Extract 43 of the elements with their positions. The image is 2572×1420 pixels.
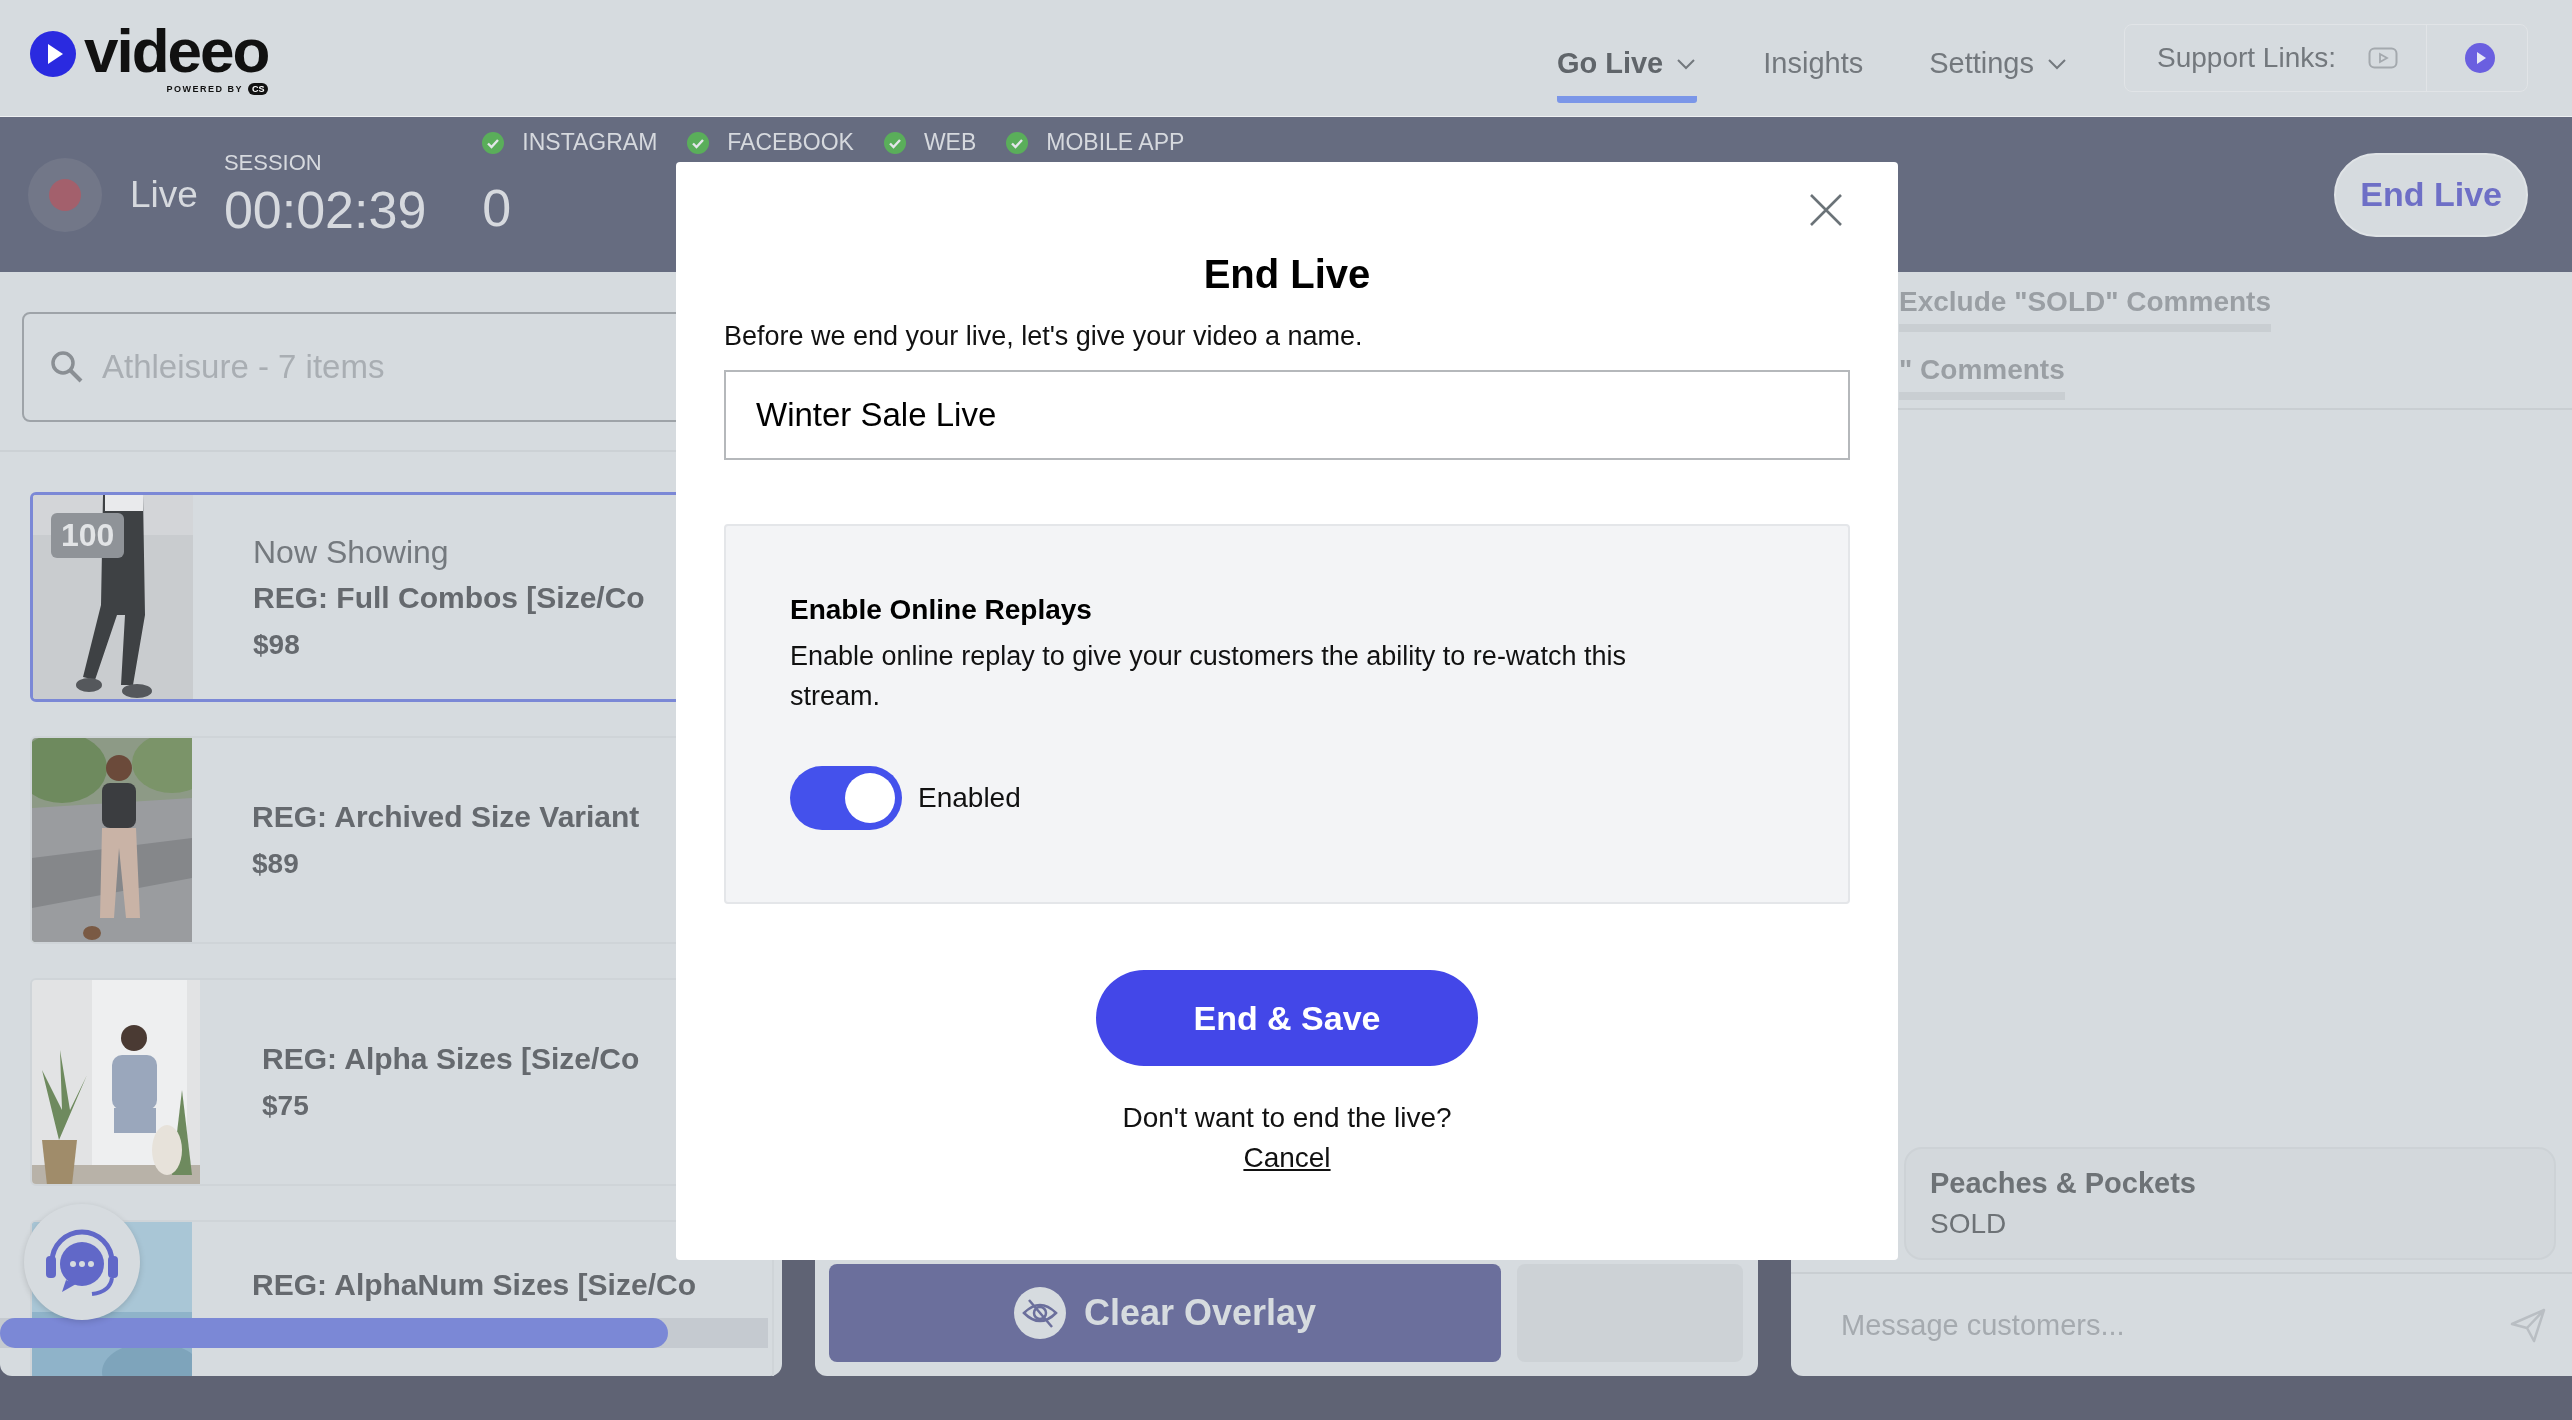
platform-label: WEB [923,129,977,156]
video-name-field[interactable]: Winter Sale Live [724,370,1850,460]
video-icon[interactable] [2368,47,2398,69]
logo-badge: CS [247,83,269,95]
live-status: Live [130,173,198,216]
platform-label: FACEBOOK [727,129,854,156]
product-price: $98 [253,628,301,661]
comment-author: Peaches & Pockets [1930,1167,2197,1200]
product-price: $75 [262,1090,310,1122]
product-price: $89 [252,848,300,880]
product-title: REG: Full Combos [Size/Co [253,580,645,615]
support-label: Support Links: [2157,42,2336,74]
viewer-count: 0 [482,178,513,238]
nav-tab[interactable]: Insights [1763,25,1864,103]
support-chat-button[interactable] [24,1204,140,1320]
cancel-link[interactable]: Cancel [1243,1142,1331,1174]
toggle-label: Enabled [918,782,1021,814]
product-title: REG: Alpha Sizes [Size/Co [262,1042,640,1076]
product-title: REG: AlphaNum Sizes [Size/Co [252,1268,696,1302]
replay-title: Enable Online Replays [790,594,1093,626]
end-and-save-button[interactable]: End & Save [1096,970,1478,1066]
quantity-badge: 100 [51,513,125,558]
dialog-title: End Live [1203,252,1371,297]
platform-label: MOBILE APP [1046,129,1185,156]
replay-description: Enable online replay to give your customers the ability to re-watch this stream. [790,640,1627,713]
logo-wordmark: videeo [84,21,269,81]
close-icon[interactable] [1808,192,1844,228]
product-title: REG: Archived Size Variant [252,800,640,834]
cancel-prompt: Don't want to end the live? [1122,1102,1452,1134]
nav-tab[interactable]: Settings [1929,25,2068,103]
comment-text: SOLD [1930,1208,2008,1240]
end-live-button[interactable]: End Live [2334,152,2528,237]
play-icon[interactable] [2465,43,2495,73]
eye-slash-icon [1013,1287,1066,1339]
session-timer: 00:02:39 [223,179,427,240]
nav-tab[interactable]: Go Live [1556,25,1698,103]
clear-overlay-button[interactable]: Clear Overlay [829,1264,1501,1362]
search-icon [50,350,84,384]
logo-tagline: POWERED BY [166,84,243,94]
session-label: SESSION [223,149,323,176]
platform-label: INSTAGRAM [522,129,658,156]
now-showing-label: Now Showing [253,533,450,571]
logo-icon [30,31,76,77]
